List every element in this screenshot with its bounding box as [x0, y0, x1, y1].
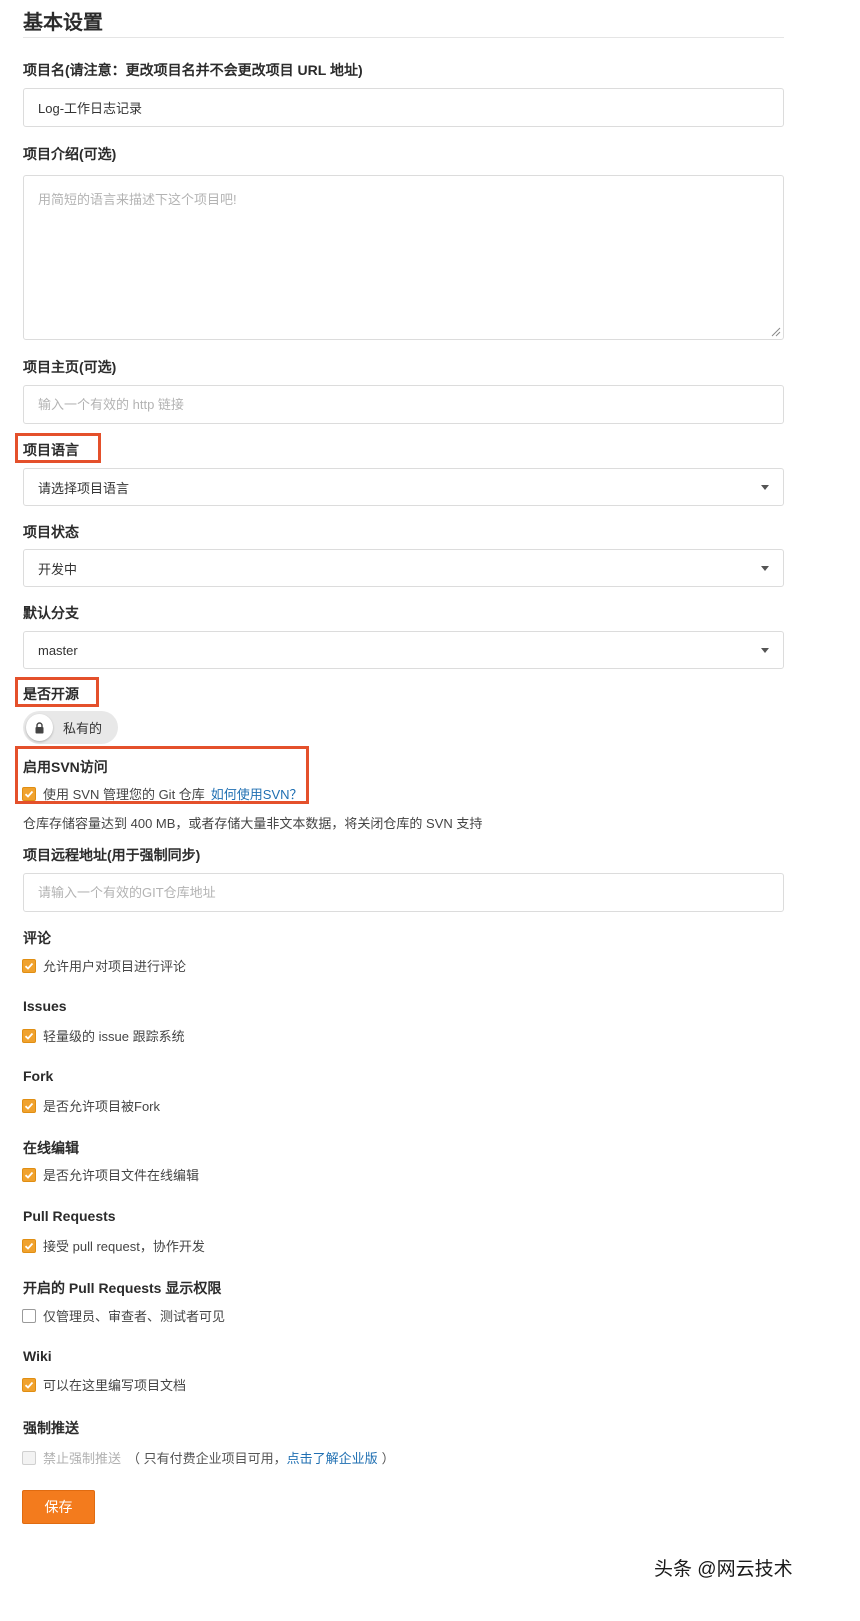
default-branch-label: 默认分支 [23, 605, 79, 621]
svn-help-link[interactable]: 如何使用SVN？ [211, 784, 303, 803]
pull-requests-checkbox[interactable] [22, 1238, 36, 1253]
force-push-checkbox-label: 禁止强制推送 [43, 1451, 122, 1466]
pull-requests-checkbox-row[interactable]: 接受 pull request，协作开发 [22, 1236, 205, 1255]
fork-checkbox[interactable] [22, 1098, 36, 1113]
issues-label: Issues [23, 998, 67, 1014]
wiki-checkbox-label: 可以在这里编写项目文档 [43, 1378, 187, 1393]
chevron-down-icon [761, 484, 769, 490]
force-push-label: 强制推送 [23, 1420, 79, 1436]
check-icon [24, 1171, 34, 1179]
title-divider [23, 37, 784, 38]
force-push-checkbox-row: 禁止强制推送 （ 只有付费企业项目可用， 点击了解企业版 ） [22, 1448, 395, 1467]
status-select-value: 开发中 [38, 561, 78, 577]
status-select[interactable]: 开发中 [23, 549, 784, 587]
svn-checkbox-row[interactable]: 使用 SVN 管理您的 Git 仓库 如何使用SVN？ [22, 784, 303, 803]
enterprise-link[interactable]: 点击了解企业版 [287, 1448, 378, 1467]
svn-checkbox[interactable] [22, 786, 36, 801]
visibility-toggle-label: 私有的 [63, 721, 103, 736]
homepage-label: 项目主页(可选) [23, 359, 117, 375]
fork-label: Fork [23, 1068, 54, 1084]
check-icon [24, 962, 34, 970]
comments-checkbox-label: 允许用户对项目进行评论 [43, 959, 187, 974]
pull-requests-label: Pull Requests [23, 1208, 116, 1224]
force-push-note-suffix: ） [381, 1451, 395, 1466]
online-edit-checkbox-row[interactable]: 是否允许项目文件在线编辑 [22, 1165, 199, 1184]
fork-checkbox-row[interactable]: 是否允许项目被Fork [22, 1096, 160, 1115]
watermark: 头条 @网云技术 [654, 1559, 793, 1580]
default-branch-select[interactable]: master [23, 631, 784, 669]
issues-checkbox[interactable] [22, 1028, 36, 1043]
comments-label: 评论 [23, 930, 51, 946]
default-branch-select-value: master [38, 642, 78, 658]
comments-checkbox[interactable] [22, 958, 36, 973]
check-icon [24, 1242, 34, 1250]
pr-visibility-label: 开启的 Pull Requests 显示权限 [23, 1280, 222, 1296]
remote-input[interactable] [23, 873, 784, 912]
issues-checkbox-label: 轻量级的 issue 跟踪系统 [43, 1029, 185, 1044]
pr-visibility-checkbox-row[interactable]: 仅管理员、审查者、测试者可见 [22, 1306, 225, 1325]
language-highlight-box [15, 433, 101, 463]
language-select-value: 请选择项目语言 [38, 480, 130, 496]
wiki-checkbox[interactable] [22, 1377, 36, 1392]
description-label: 项目介绍(可选) [23, 146, 117, 162]
lock-icon [35, 721, 44, 733]
online-edit-label: 在线编辑 [23, 1140, 79, 1156]
page-title: 基本设置 [23, 12, 103, 34]
chevron-down-icon [761, 565, 769, 571]
resize-grip-icon[interactable] [770, 326, 781, 337]
check-icon [24, 1032, 34, 1040]
fork-checkbox-label: 是否允许项目被Fork [43, 1099, 161, 1114]
force-push-note-prefix: （ 只有付费企业项目可用， [127, 1451, 287, 1466]
online-edit-checkbox[interactable] [22, 1167, 36, 1182]
pr-visibility-checkbox-label: 仅管理员、审查者、测试者可见 [43, 1309, 226, 1324]
save-button[interactable]: 保存 [22, 1490, 95, 1524]
check-icon [24, 1102, 34, 1110]
description-textarea[interactable] [23, 175, 784, 340]
chevron-down-icon [761, 647, 769, 653]
pr-visibility-checkbox[interactable] [22, 1308, 36, 1323]
online-edit-checkbox-label: 是否允许项目文件在线编辑 [43, 1168, 200, 1183]
status-label: 项目状态 [23, 524, 79, 540]
toggle-knob [26, 714, 53, 741]
open-source-highlight-box [15, 677, 99, 707]
svn-checkbox-label: 使用 SVN 管理您的 Git 仓库 [43, 787, 205, 802]
project-name-label: 项目名(请注意：更改项目名并不会更改项目 URL 地址) [23, 62, 363, 78]
check-icon [24, 790, 34, 798]
issues-checkbox-row[interactable]: 轻量级的 issue 跟踪系统 [22, 1026, 185, 1045]
force-push-checkbox [22, 1450, 36, 1465]
wiki-checkbox-row[interactable]: 可以在这里编写项目文档 [22, 1375, 186, 1394]
homepage-input[interactable] [23, 385, 784, 424]
wiki-label: Wiki [23, 1348, 52, 1364]
pull-requests-checkbox-label: 接受 pull request，协作开发 [43, 1239, 205, 1254]
svn-note: 仓库存储容量达到 400 MB，或者存储大量非文本数据，将关闭仓库的 SVN 支… [23, 816, 483, 831]
check-icon [24, 1381, 34, 1389]
language-select[interactable]: 请选择项目语言 [23, 468, 784, 506]
comments-checkbox-row[interactable]: 允许用户对项目进行评论 [22, 956, 186, 975]
project-name-input[interactable] [23, 88, 784, 127]
visibility-toggle[interactable]: 私有的 [23, 711, 118, 744]
remote-label: 项目远程地址(用于强制同步) [23, 847, 201, 863]
